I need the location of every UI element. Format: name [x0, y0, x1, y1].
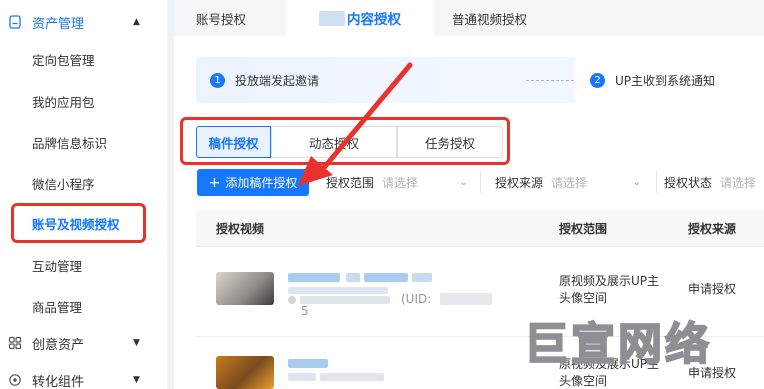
- component-icon: [9, 374, 21, 386]
- filter-divider: [480, 171, 481, 193]
- sidebar-group-label: 转化组件: [32, 374, 85, 389]
- app: 资产管理 ▲ 定向包管理 我的应用包 品牌信息标识 微信小程序 账号及视频授权 …: [0, 0, 764, 389]
- chevron-down-icon: ⌄: [632, 177, 641, 188]
- filter-divider: [656, 171, 657, 193]
- plus-icon: +: [208, 174, 221, 191]
- filter-auth-status[interactable]: 授权状态 请选择: [664, 169, 764, 196]
- blurred-username: [300, 296, 390, 304]
- sidebar-item-label: 微信小程序: [32, 176, 95, 192]
- blurred-title: [412, 273, 432, 282]
- tab-label: 普通视频授权: [452, 11, 528, 27]
- blurred-uid: [440, 293, 492, 305]
- step-2-card: 2 UP主收到系统通知: [574, 57, 764, 103]
- chevron-down-icon: ⌄: [459, 177, 468, 188]
- sidebar-item-label: 互动管理: [32, 258, 83, 274]
- video-thumbnail[interactable]: [216, 272, 274, 305]
- step-label: UP主收到系统通知: [615, 73, 716, 88]
- avatar: [288, 296, 296, 304]
- highlight-box-subtabs: [180, 117, 510, 165]
- column-header: 授权视频: [216, 221, 265, 236]
- sidebar-item-miniprogram[interactable]: 微信小程序: [0, 165, 167, 201]
- filter-label: 授权范围: [326, 176, 375, 190]
- uid-label: (UID:: [401, 292, 432, 306]
- document-icon: [9, 15, 21, 29]
- top-tabs: 账号授权 内容授权 普通视频授权: [174, 0, 764, 36]
- sidebar-group-label: 创意资产: [32, 337, 85, 353]
- view-count: 5: [301, 304, 309, 318]
- watermark: 巨宣网络: [523, 318, 712, 371]
- filter-placeholder: 请选择: [720, 176, 757, 190]
- step-connector: [526, 80, 574, 81]
- blurred-title: [288, 373, 316, 381]
- chevron-down-icon: ▼: [133, 338, 140, 348]
- button-label: 添加稿件授权: [225, 176, 298, 190]
- video-thumbnail[interactable]: [216, 356, 274, 389]
- column-header: 授权范围: [559, 221, 608, 236]
- blurred-title: [364, 273, 408, 282]
- tab-content-auth[interactable]: 内容授权: [286, 0, 434, 36]
- tab-label: 内容授权: [347, 12, 401, 28]
- sidebar-item-products[interactable]: 商品管理: [0, 288, 167, 324]
- blurred-title: [346, 273, 360, 282]
- filter-auth-scope[interactable]: 授权范围 请选择 ⌄: [326, 169, 472, 196]
- sidebar-item-interaction[interactable]: 互动管理: [0, 247, 167, 283]
- filter-auth-source[interactable]: 授权来源 请选择 ⌄: [495, 169, 645, 196]
- sidebar-group-assets[interactable]: 资产管理 ▲: [0, 4, 167, 40]
- blurred-username: [320, 373, 384, 381]
- grid-icon: [8, 336, 22, 350]
- tab-normal-video-auth[interactable]: 普通视频授权: [452, 0, 527, 36]
- sidebar-group-creative[interactable]: 创意资产 ▼: [0, 325, 167, 361]
- sidebar-item-label: 品牌信息标识: [32, 135, 108, 151]
- filter-label: 授权状态: [664, 176, 713, 190]
- step-2: 2 UP主收到系统通知: [590, 57, 715, 103]
- auth-steps: 1 投放端发起邀请 2 UP主收到系统通知: [196, 57, 764, 103]
- step-number: 1: [210, 72, 225, 88]
- sidebar-item-targeting[interactable]: 定向包管理: [0, 41, 167, 77]
- chevron-up-icon: ▲: [133, 17, 140, 27]
- filter-label: 授权来源: [495, 176, 544, 190]
- filter-placeholder: 请选择: [382, 176, 419, 190]
- column-header: 授权来源: [688, 221, 737, 236]
- chevron-down-icon: ▼: [133, 375, 140, 385]
- sidebar-item-label: 定向包管理: [32, 52, 95, 68]
- sidebar-group-label: 资产管理: [32, 16, 85, 32]
- blurred-title: [288, 273, 340, 282]
- add-manuscript-auth-button[interactable]: + 添加稿件授权: [197, 169, 309, 196]
- tab-account-auth[interactable]: 账号授权: [196, 0, 246, 36]
- sidebar-item-brand[interactable]: 品牌信息标识: [0, 124, 167, 160]
- step-number: 2: [590, 72, 605, 88]
- step-1: 1 投放端发起邀请: [210, 57, 319, 103]
- auth-source-cell: 申请授权: [688, 282, 737, 296]
- blurred-text: [319, 10, 345, 26]
- tab-label: 账号授权: [196, 11, 247, 27]
- highlight-box-sidebar: [11, 203, 146, 243]
- sidebar-item-label: 商品管理: [32, 299, 83, 315]
- auth-scope-cell: 原视频及展示UP主头像空间: [559, 274, 660, 305]
- table-header: 授权视频 授权范围 授权来源: [196, 210, 764, 246]
- sidebar-item-label: 我的应用包: [32, 94, 95, 110]
- sidebar-group-conversion[interactable]: 转化组件 ▼: [0, 362, 167, 389]
- blurred-title: [288, 287, 388, 294]
- sidebar: 资产管理 ▲ 定向包管理 我的应用包 品牌信息标识 微信小程序 账号及视频授权 …: [0, 0, 167, 389]
- sidebar-item-apps[interactable]: 我的应用包: [0, 83, 167, 119]
- filter-placeholder: 请选择: [551, 176, 588, 190]
- blurred-title: [288, 359, 328, 368]
- step-label: 投放端发起邀请: [235, 73, 320, 88]
